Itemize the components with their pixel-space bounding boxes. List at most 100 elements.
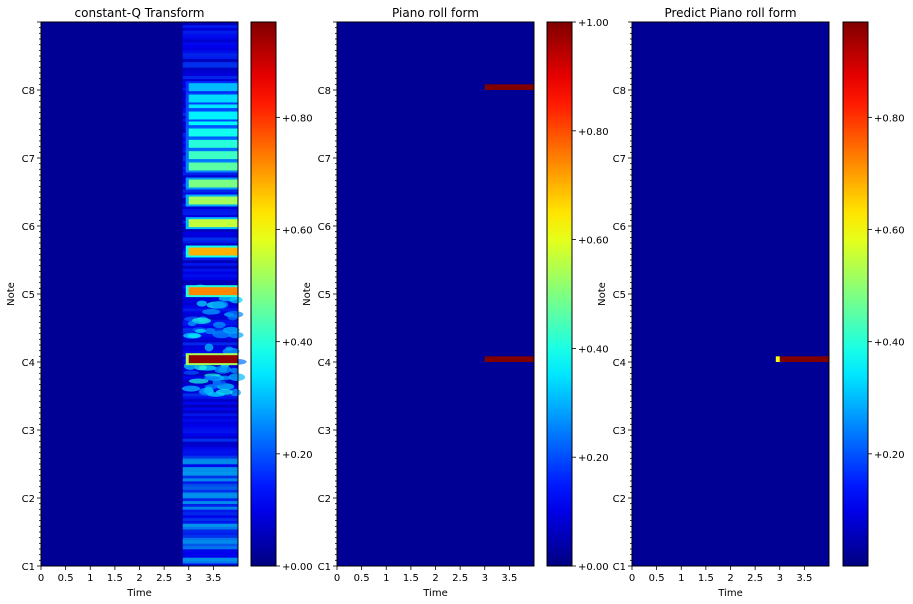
heatmap-cell (230, 367, 239, 374)
heatmap-cell (182, 228, 238, 232)
heatmap-cell (182, 444, 238, 448)
heatmap-cell (182, 61, 238, 65)
heatmap-cell (182, 438, 238, 442)
heatmap-cell (182, 551, 238, 555)
x-tick-label: 3 (482, 573, 488, 584)
note-bar (779, 356, 829, 362)
heatmap-cell (212, 300, 229, 309)
y-tick-label: C6 (22, 222, 35, 233)
heatmap-cell (182, 546, 238, 550)
heatmap-cell (182, 486, 238, 490)
heatmap-cell (182, 529, 238, 533)
x-tick-label: 2 (727, 573, 733, 584)
harmonic-band (188, 247, 238, 256)
heatmap-cell (182, 430, 238, 434)
y-axis-label: Note (302, 282, 313, 306)
harmonic-band (188, 219, 238, 228)
x-tick-label: 1.5 (698, 573, 714, 584)
x-axis-label: Time (126, 588, 151, 599)
heatmap-cell (181, 385, 201, 392)
heatmap-cell (182, 209, 238, 213)
x-tick-label: 3.5 (501, 573, 517, 584)
harmonic-band (188, 355, 238, 364)
heatmap-cell (182, 262, 238, 266)
heatmap-cell (204, 328, 216, 335)
heatmap-cell (187, 333, 201, 339)
heatmap-cell (182, 398, 238, 402)
colorbar-gradient (250, 21, 277, 567)
heatmap-cell (182, 44, 238, 48)
colorbar-tick-label: +0.60 (874, 226, 905, 237)
heatmap-cell (213, 321, 226, 329)
heatmap-cell (182, 424, 238, 428)
x-tick-label: 3 (777, 573, 783, 584)
heatmap-cell (182, 75, 238, 79)
y-axis-label: Note (6, 282, 17, 306)
heatmap-cell (182, 56, 238, 60)
heatmap-cell (182, 70, 238, 74)
heatmap-cell (182, 401, 238, 405)
heatmap-cell (182, 432, 238, 436)
x-tick-label: 3.5 (205, 573, 221, 584)
heatmap-cell (182, 404, 238, 408)
heatmap-cell (183, 370, 200, 375)
y-tick-label: C3 (318, 426, 331, 437)
y-tick-label: C4 (318, 358, 331, 369)
heatmap-cell (182, 478, 238, 482)
heatmap-cell (222, 326, 240, 334)
harmonic-band (188, 151, 238, 160)
heatmap-cell (182, 506, 238, 510)
heatmap-cell (182, 30, 238, 34)
y-tick-label: C7 (318, 154, 331, 165)
heatmap-cell (182, 532, 238, 536)
x-tick-label: 1 (87, 573, 93, 584)
heatmap-cell (182, 234, 238, 238)
heatmap-cell (182, 237, 238, 241)
colorbar: +0.20 +0.40 +0.60 +0.80 (842, 21, 905, 567)
heatmap-cell (182, 415, 238, 419)
y-tick-label: C7 (22, 154, 35, 165)
colorbar-tick-label: +0.20 (282, 450, 313, 461)
heatmap-cell (182, 47, 238, 51)
heatmap-cell (182, 523, 238, 527)
heatmap-cell (182, 455, 238, 459)
heatmap-cell (182, 449, 238, 453)
y-tick-label: C4 (613, 358, 626, 369)
chart-title: Predict Piano roll form (664, 6, 796, 20)
heatmap-cell (182, 410, 238, 414)
heatmap-cell (182, 73, 238, 77)
heatmap-cell (182, 472, 238, 476)
x-axis-label: Time (717, 588, 742, 599)
heatmap-cell (182, 211, 238, 215)
x-tick-label: 1.5 (107, 573, 123, 584)
note-bar (775, 356, 780, 362)
y-tick-label: C6 (613, 222, 626, 233)
heatmap-cell (182, 206, 238, 210)
x-tick-label: 1 (383, 573, 389, 584)
harmonic-band (188, 196, 238, 205)
heatmap-cell (182, 503, 238, 507)
heatmap-cell (182, 271, 238, 275)
heatmap-cell (182, 435, 238, 439)
harmonic-band (188, 162, 238, 171)
y-tick-label: C1 (22, 562, 35, 573)
heatmap-cell (182, 441, 238, 445)
y-tick-label: C5 (318, 290, 331, 301)
heatmap-cell (182, 27, 238, 31)
heatmap-cell (182, 458, 238, 462)
note-bar (484, 84, 534, 90)
heatmap-background (632, 22, 829, 566)
heatmap-cell (182, 464, 238, 468)
heatmap-cell (182, 498, 238, 502)
heatmap-cell (182, 492, 238, 496)
heatmap-cell (182, 260, 238, 264)
harmonic-band (188, 139, 238, 148)
harmonic-band (188, 287, 238, 296)
heatmap-cell (228, 373, 246, 381)
heatmap-cell (182, 279, 238, 283)
heatmap-cell (196, 300, 208, 307)
heatmap-cell (182, 560, 238, 564)
x-tick-label: 0.5 (649, 573, 665, 584)
heatmap-cell (224, 310, 244, 318)
heatmap-cell (182, 540, 238, 544)
